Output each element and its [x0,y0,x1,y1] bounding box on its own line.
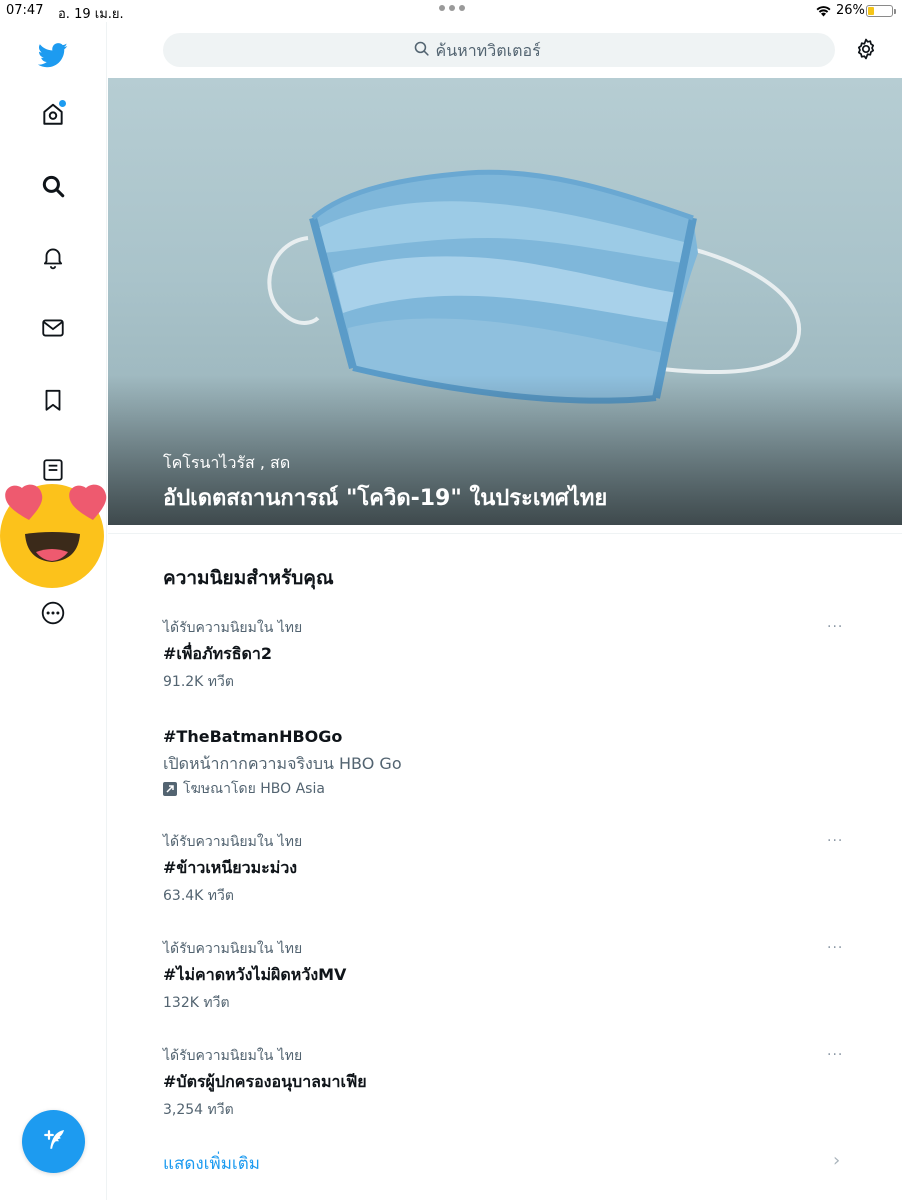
promoted-label: โฆษณาโดย HBO Asia [163,779,863,799]
search-input[interactable] [435,40,586,60]
trend-more-button[interactable]: ··· [827,833,843,849]
sidebar-item-messages[interactable] [38,313,68,343]
trend-tweet-count: 63.4K ทวีต [163,888,234,904]
trend-more-button[interactable]: ··· [827,940,843,956]
trend-item[interactable]: ได้รับความนิยมใน ไทย #เพื่อภัทรธิดา2 91.… [163,618,863,692]
settings-button[interactable] [853,38,879,64]
trend-context: ได้รับความนิยมใน ไทย [163,1048,303,1064]
featured-event-card[interactable]: โคโรนาไวรัส , สด อัปเดตสถานการณ์ "โควิด-… [108,78,902,525]
sidebar-item-more[interactable] [38,598,68,628]
trend-name: #ข้าวเหนียวมะม่วง [163,858,298,877]
main-content: โคโรนาไวรัส , สด อัปเดตสถานการณ์ "โควิด-… [108,22,902,1200]
promoted-by-text: โฆษณาโดย HBO Asia [183,781,325,797]
wifi-icon [815,4,832,21]
promoted-icon [163,782,177,796]
notification-dot [59,100,66,107]
trend-more-button[interactable]: ··· [827,1047,843,1063]
sidebar-nav [0,22,107,1200]
trend-name: #TheBatmanHBOGo [163,727,343,746]
more-circle-icon [40,600,66,626]
sidebar-item-bookmarks[interactable] [38,385,68,415]
twitter-logo-icon[interactable] [36,38,70,72]
multitasking-dots-icon[interactable] [439,5,465,11]
gear-icon [854,37,878,65]
trend-item[interactable]: ได้รับความนิยมใน ไทย #ไม่คาดหวังไม่ผิดหว… [163,939,863,1013]
event-kicker: โคโรนาไวรัส , สด [163,453,291,472]
status-bar: 07:47 อ. 19 เม.ย. 26% [0,0,902,22]
trend-name: #ไม่คาดหวังไม่ผิดหวังMV [163,965,347,984]
trend-name: #บัตรผู้ปกครองอนุบาลมาเฟีย [163,1072,367,1091]
trends-section-title: ความนิยมสำหรับคุณ [163,567,334,589]
battery-icon [866,5,893,17]
divider [108,533,902,534]
trend-context: ได้รับความนิยมใน ไทย [163,941,303,957]
chevron-right-icon: › [833,1150,841,1171]
compose-feather-icon [39,1125,69,1159]
sidebar-item-explore[interactable] [38,171,68,201]
heart-eyes-emoji-sticker [0,478,110,588]
bookmark-icon [40,387,66,413]
bell-icon [40,244,66,270]
trend-item[interactable]: ได้รับความนิยมใน ไทย #ข้าวเหนียวมะม่วง 6… [163,832,863,906]
sidebar-item-home[interactable] [38,99,68,129]
show-more-link[interactable]: แสดงเพิ่มเติม [163,1150,260,1177]
status-time: 07:47 [6,3,44,18]
envelope-icon [40,315,66,341]
search-icon [40,173,66,199]
sidebar-item-notifications[interactable] [38,242,68,272]
trend-tweet-count: 3,254 ทวีต [163,1102,234,1118]
trend-context: ได้รับความนิยมใน ไทย [163,834,303,850]
compose-tweet-button[interactable] [22,1110,85,1173]
search-bar[interactable] [163,33,835,67]
promoted-trend-item[interactable]: #TheBatmanHBOGo เปิดหน้ากากความจริงบน HB… [163,725,863,799]
trend-description: เปิดหน้ากากความจริงบน HBO Go [163,754,402,773]
battery-percent: 26% [836,3,865,18]
event-title: อัปเดตสถานการณ์ "โควิด-19" ในประเทศไทย [163,486,608,511]
trend-more-button[interactable]: ··· [827,619,843,635]
trend-tweet-count: 91.2K ทวีต [163,674,234,690]
search-icon [413,40,430,61]
status-date: อ. 19 เม.ย. [58,7,124,22]
trend-item[interactable]: ได้รับความนิยมใน ไทย #บัตรผู้ปกครองอนุบา… [163,1046,863,1120]
trend-context: ได้รับความนิยมใน ไทย [163,620,303,636]
trend-name: #เพื่อภัทรธิดา2 [163,644,272,663]
trend-tweet-count: 132K ทวีต [163,995,230,1011]
